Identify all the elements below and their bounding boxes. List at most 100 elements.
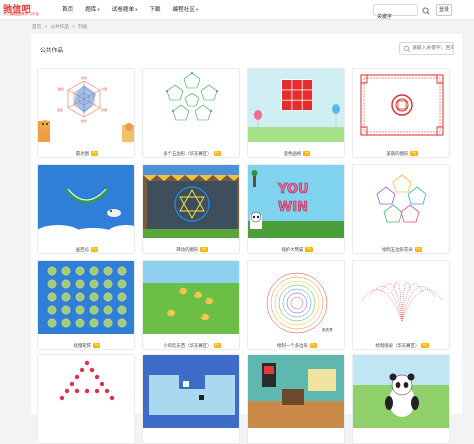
nav-problem-bank[interactable]: 题库▾ [85, 0, 99, 20]
nav-community[interactable]: 编程社区▾ [173, 0, 199, 20]
work-title[interactable]: 多个五边形（华东赛区） [163, 151, 211, 156]
work-title[interactable]: 绘制五边形花朵 [382, 247, 413, 252]
work-card[interactable]: 小鸡吃东西（华东赛区） Py [142, 260, 240, 350]
work-card[interactable]: 绘制五边形花朵 Py [352, 164, 450, 254]
breadcrumb-home[interactable]: 首页 [32, 24, 41, 29]
matrix-dot [103, 305, 113, 315]
work-card[interactable]: 绘制喷泉（华东赛区） Py [352, 260, 450, 350]
work-thumbnail: 智商力量防御 技术 速度 敏捷 [38, 69, 134, 142]
matrix-dot [103, 318, 113, 328]
work-title[interactable]: 转动的图形 [176, 247, 198, 252]
language-badge: Py [309, 343, 317, 349]
work-thumbnail [38, 165, 134, 238]
work-thumbnail [38, 355, 134, 428]
work-card[interactable]: 抚慢矩阵 Py [37, 260, 135, 350]
matrix-dot [103, 279, 113, 289]
matrix-dot [61, 292, 71, 302]
breadcrumb-separator: > [44, 24, 48, 29]
work-title[interactable]: 绘制喷泉（华东赛区） [375, 343, 419, 348]
svg-text:防御: 防御 [101, 107, 107, 112]
work-card[interactable]: 张先青 绘制一个多边形 Py [247, 260, 345, 350]
work-thumbnail [353, 355, 449, 428]
work-meta: 雷达图 Py [38, 145, 134, 157]
work-card[interactable]: 变色画格 Py [247, 68, 345, 158]
work-card[interactable] [37, 354, 135, 444]
matrix-dot [47, 279, 57, 289]
work-title[interactable]: 美丽的图形 [386, 151, 408, 156]
work-card[interactable]: YOU WIN 保护大熊猫 Py [247, 164, 345, 254]
matrix-dot [117, 305, 127, 315]
work-thumbnail [143, 355, 239, 428]
work-title[interactable]: 绘制一个多边形 [277, 343, 308, 348]
matrix-dot [117, 292, 127, 302]
work-title[interactable]: 变色画格 [284, 151, 302, 156]
login-button[interactable]: 登录 [436, 4, 452, 16]
svg-text:技术: 技术 [81, 118, 87, 123]
svg-text:速度: 速度 [57, 107, 63, 112]
work-card[interactable]: 画西瓜 Py [37, 164, 135, 254]
work-title[interactable]: 保护大熊猫 [281, 247, 303, 252]
nav-papers[interactable]: 试卷题单▾ [112, 0, 138, 20]
header-search-input[interactable] [374, 11, 417, 22]
matrix-dot [103, 266, 113, 276]
work-card[interactable] [247, 354, 345, 444]
svg-text:敏捷: 敏捷 [58, 86, 64, 91]
svg-text:YOU: YOU [277, 182, 309, 197]
top-navigation-bar: 驰信吧 少儿编程题教学习平台 首页 题库▾ 试卷题单▾ 下载 编程社区▾ 登录 [0, 0, 474, 22]
chevron-down-icon: ▾ [135, 7, 138, 12]
work-thumbnail [248, 355, 344, 428]
work-thumbnail: 张先青 [248, 261, 344, 334]
chevron-down-icon: ▾ [195, 7, 199, 12]
work-meta: 多个五边形（华东赛区） Py [143, 145, 239, 157]
matrix-dot [89, 266, 99, 276]
svg-text:智商: 智商 [81, 75, 87, 80]
work-thumbnail [353, 69, 449, 142]
work-card[interactable]: 智商力量防御 技术 速度 敏捷 雷达图 Py [37, 68, 135, 158]
matrix-dot [61, 279, 71, 289]
work-meta: 转动的图形 Py [143, 241, 239, 253]
work-title[interactable]: 雷达图 [76, 151, 89, 156]
work-card[interactable]: 美丽的图形 Py [352, 68, 450, 158]
work-watermark: 张先青 [322, 327, 333, 332]
main-nav: 首页 题库▾ 试卷题单▾ 下载 编程社区▾ [62, 0, 210, 20]
work-card[interactable]: 转动的图形 Py [142, 164, 240, 254]
matrix-dot [47, 305, 57, 315]
search-icon[interactable] [421, 4, 431, 16]
work-meta: 绘制五边形花朵 Py [353, 241, 449, 253]
work-title[interactable]: 画西瓜 [76, 247, 89, 252]
chevron-down-icon: ▾ [97, 7, 100, 12]
language-badge: Py [305, 247, 313, 253]
page-title: 公共作品 [40, 48, 64, 54]
work-card[interactable] [352, 354, 450, 444]
site-logo[interactable]: 驰信吧 少儿编程题教学习平台 [3, 2, 43, 18]
works-panel: 公共作品 智商力量防御 技术 速度 敏捷 [31, 34, 462, 444]
matrix-dot [47, 318, 57, 328]
breadcrumb-public-works[interactable]: 公共作品 [50, 24, 68, 29]
matrix-dot [61, 266, 71, 276]
works-search-box[interactable] [399, 42, 454, 55]
work-card[interactable] [142, 354, 240, 444]
work-title[interactable]: 抚慢矩阵 [74, 343, 92, 348]
work-meta: 变色画格 Py [248, 145, 344, 157]
language-badge: Py [421, 343, 429, 349]
matrix-dot [75, 305, 85, 315]
matrix-dot [117, 266, 127, 276]
nav-download[interactable]: 下载 [149, 0, 160, 20]
work-thumbnail [143, 261, 239, 334]
language-badge: Py [213, 343, 221, 349]
nav-home[interactable]: 首页 [62, 0, 73, 20]
work-thumbnail: YOU WIN [248, 165, 344, 238]
work-thumbnail [143, 165, 239, 238]
works-search-input[interactable] [412, 44, 453, 53]
breadcrumb-separator: > [72, 24, 75, 29]
matrix-dot [103, 292, 113, 302]
search-icon [403, 45, 411, 53]
work-meta: 画西瓜 Py [38, 241, 134, 253]
svg-text:WIN: WIN [278, 200, 308, 215]
svg-text:力量: 力量 [101, 86, 107, 91]
work-title[interactable]: 小鸡吃东西（华东赛区） [163, 343, 211, 348]
header-search-field[interactable] [373, 4, 418, 22]
work-meta: 抚慢矩阵 Py [38, 337, 134, 349]
matrix-dot [75, 292, 85, 302]
work-card[interactable]: 多个五边形（华东赛区） Py [142, 68, 240, 158]
